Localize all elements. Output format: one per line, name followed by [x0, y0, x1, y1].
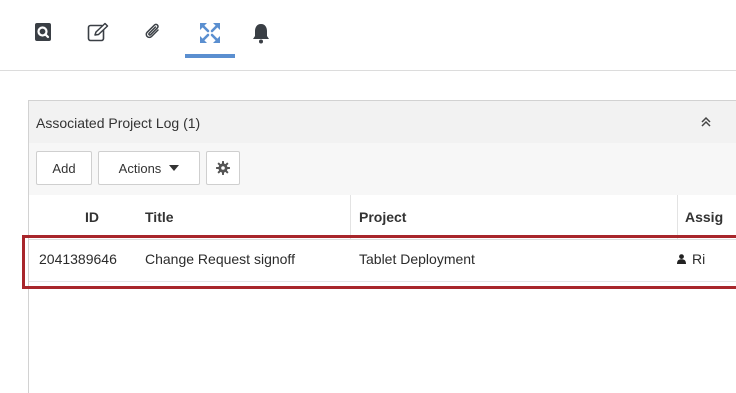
- edit-icon: [87, 22, 109, 42]
- caret-down-icon: [169, 165, 180, 171]
- tab-notifications[interactable]: [244, 22, 278, 56]
- add-button[interactable]: Add: [36, 151, 92, 185]
- panel-title: Associated Project Log (1): [36, 115, 201, 131]
- search-doc-icon: [35, 23, 51, 41]
- table-row[interactable]: 2041389646 Change Request signoff Tablet…: [29, 239, 736, 282]
- actions-label: Actions: [118, 160, 162, 176]
- cell-title: Change Request signoff: [145, 251, 295, 267]
- panel-toolbar: Add Actions: [29, 143, 736, 196]
- cell-id: 2041389646: [39, 251, 117, 267]
- table-header: ID Title Project Assig: [29, 195, 736, 240]
- double-chevron-up-icon: [701, 116, 711, 127]
- settings-button[interactable]: [206, 151, 240, 185]
- cell-assignee: Ri: [677, 251, 717, 267]
- column-header-title[interactable]: Title: [145, 209, 174, 225]
- actions-dropdown[interactable]: Actions: [98, 151, 200, 185]
- assignee-name: Ri: [692, 251, 706, 267]
- record-tab-bar: [0, 0, 736, 71]
- column-header-project[interactable]: Project: [359, 209, 406, 225]
- tab-relationships[interactable]: [185, 22, 235, 58]
- paperclip-icon: [145, 23, 159, 39]
- panel-header: Associated Project Log (1): [29, 101, 736, 144]
- expand-arrows-icon: [200, 23, 220, 43]
- column-divider: [350, 195, 351, 239]
- column-header-assignee[interactable]: Assig: [685, 209, 723, 225]
- collapse-button[interactable]: [697, 113, 715, 131]
- tab-edit[interactable]: [81, 22, 115, 56]
- cell-project: Tablet Deployment: [359, 251, 475, 267]
- tab-attachments[interactable]: [136, 22, 170, 56]
- user-icon: [677, 254, 686, 264]
- tab-details[interactable]: [26, 22, 60, 56]
- bell-icon: [253, 24, 269, 44]
- column-divider: [677, 195, 678, 239]
- column-header-id[interactable]: ID: [85, 209, 99, 225]
- associated-project-log-panel: Associated Project Log (1) Add Actions I…: [28, 100, 736, 393]
- gear-icon: [216, 161, 230, 175]
